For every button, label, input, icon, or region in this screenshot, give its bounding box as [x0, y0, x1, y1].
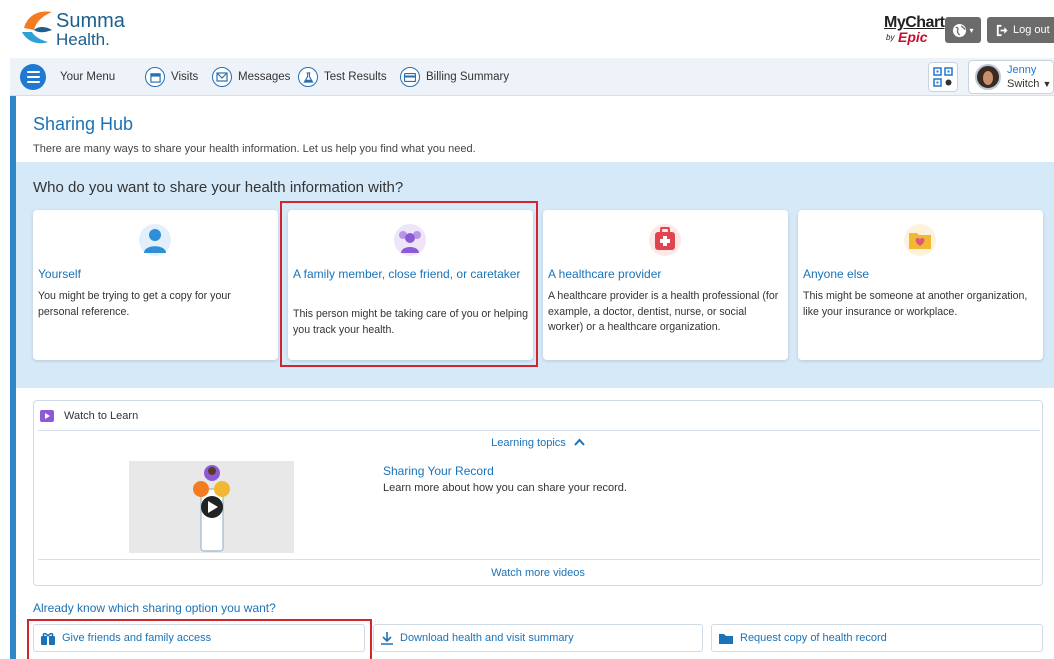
- calendar-icon: [145, 67, 165, 87]
- nav-item-billing-summary[interactable]: Billing Summary: [400, 58, 509, 96]
- hamburger-icon: [20, 64, 46, 90]
- card-yourself[interactable]: Yourself You might be trying to get a co…: [33, 210, 278, 360]
- language-button[interactable]: ▾: [945, 17, 981, 43]
- epic-text: Epic: [898, 29, 928, 45]
- card-description: A healthcare provider is a health profes…: [548, 290, 779, 333]
- divider: [38, 559, 1040, 560]
- option-label: Download health and visit summary: [400, 632, 574, 644]
- video-thumbnail[interactable]: [129, 461, 294, 553]
- option-label: Request copy of health record: [740, 632, 887, 644]
- card-description: This might be someone at another organiz…: [803, 290, 1028, 318]
- page-title: Sharing Hub: [33, 114, 134, 134]
- mychart-epic-logo: MyChart by Epic: [876, 14, 945, 46]
- app-root: Summa Health. MyChart by Epic ▾ Log out: [0, 0, 1054, 659]
- card-title: A healthcare provider: [548, 267, 662, 281]
- logout-icon: [996, 24, 1008, 36]
- nav-item-messages[interactable]: Messages: [212, 58, 290, 96]
- folder-heart-icon: [904, 224, 936, 256]
- nav-item-label: Test Results: [324, 71, 387, 83]
- avatar: [975, 64, 1001, 90]
- download-summary-button[interactable]: Download health and visit summary: [373, 624, 703, 652]
- caret-down-icon: ▼: [1042, 79, 1052, 89]
- nav-item-visits[interactable]: Visits: [145, 58, 198, 96]
- request-record-button[interactable]: Request copy of health record: [711, 624, 1043, 652]
- video-description: Learn more about how you can share your …: [383, 482, 627, 494]
- globe-icon: [953, 23, 967, 37]
- mychart-by: by: [886, 33, 895, 42]
- qr-code-button[interactable]: [928, 62, 958, 92]
- main-nav: Your Menu Visits Messages Test Results B…: [10, 58, 1054, 96]
- card-title: Yourself: [38, 267, 81, 281]
- your-menu-button[interactable]: Your Menu: [20, 58, 115, 96]
- envelope-icon: [212, 67, 232, 87]
- video-title-link[interactable]: Sharing Your Record: [383, 464, 494, 478]
- person-icon: [139, 224, 171, 256]
- share-question: Who do you want to share your health inf…: [33, 179, 404, 196]
- watch-more-videos-link[interactable]: Watch more videos: [34, 567, 1042, 579]
- card-anyone-else[interactable]: Anyone else This might be someone at ano…: [798, 210, 1043, 360]
- flask-icon: [298, 67, 318, 87]
- card-title: Anyone else: [803, 267, 870, 281]
- summa-health-logo[interactable]: Summa Health.: [18, 6, 138, 52]
- watch-header: Watch to Learn: [40, 410, 138, 422]
- switch-label: Switch ▼: [1007, 78, 1052, 90]
- medical-bag-icon: [649, 224, 681, 256]
- learning-topics-toggle[interactable]: Learning topics: [34, 437, 1042, 449]
- logout-button[interactable]: Log out: [987, 17, 1054, 43]
- nav-item-label: Billing Summary: [426, 71, 510, 83]
- your-menu-label: Your Menu: [60, 71, 116, 83]
- page-subtitle: There are many ways to share your health…: [33, 143, 476, 155]
- download-icon: [381, 632, 393, 645]
- video-thumbnail-art: [193, 465, 230, 552]
- folder-icon: [719, 633, 733, 644]
- watch-to-learn-panel: Watch to Learn Learning topics Sharing Y…: [33, 400, 1043, 586]
- highlight-box-give-access: [27, 619, 372, 659]
- nav-item-label: Visits: [171, 71, 199, 83]
- logout-label: Log out: [1013, 24, 1050, 36]
- divider: [38, 430, 1040, 431]
- user-switcher[interactable]: Jenny Switch ▼: [968, 60, 1054, 94]
- nav-item-label: Messages: [238, 71, 291, 83]
- highlight-box-family-card: [280, 201, 538, 367]
- watch-title: Watch to Learn: [64, 410, 139, 422]
- card-healthcare-provider[interactable]: A healthcare provider A healthcare provi…: [543, 210, 788, 360]
- chevron-down-icon: ▾: [969, 25, 974, 35]
- qr-code-icon: [933, 67, 953, 87]
- video-icon: [40, 410, 54, 422]
- sharing-options-heading: Already know which sharing option you wa…: [33, 601, 276, 615]
- chevron-up-icon: [574, 438, 585, 446]
- brand-line2: Health.: [56, 30, 110, 49]
- user-name: Jenny: [1007, 64, 1037, 76]
- page-header: Sharing Hub There are many ways to share…: [16, 96, 1054, 162]
- nav-item-test-results[interactable]: Test Results: [298, 58, 387, 96]
- learning-topics-label: Learning topics: [491, 437, 566, 449]
- card-icon: [400, 67, 420, 87]
- summa-logo-mark-icon: [22, 11, 52, 44]
- card-description: You might be trying to get a copy for yo…: [38, 290, 231, 318]
- top-header: Summa Health. MyChart by Epic ▾ Log out: [0, 0, 1054, 58]
